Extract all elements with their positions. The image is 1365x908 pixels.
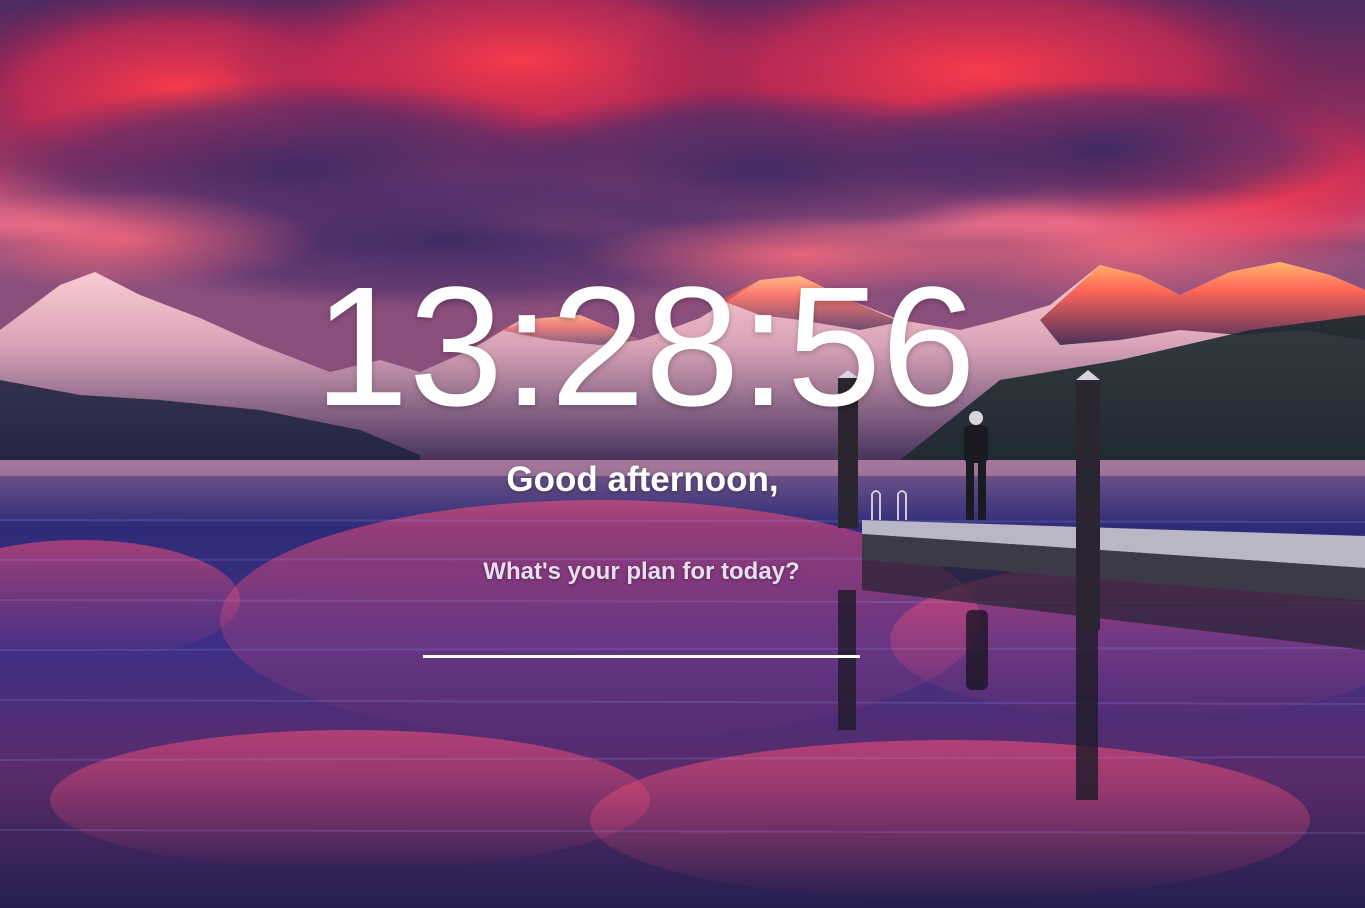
clock-display: 13:28:56 xyxy=(314,252,976,442)
focus-input[interactable] xyxy=(423,618,860,658)
focus-section: What's your plan for today? xyxy=(423,558,860,664)
focus-prompt: What's your plan for today? xyxy=(483,558,800,585)
greeting-text: Good afternoon, xyxy=(506,460,779,499)
dashboard-overlay: 13:28:56 Good afternoon, What's your pla… xyxy=(0,0,1365,908)
